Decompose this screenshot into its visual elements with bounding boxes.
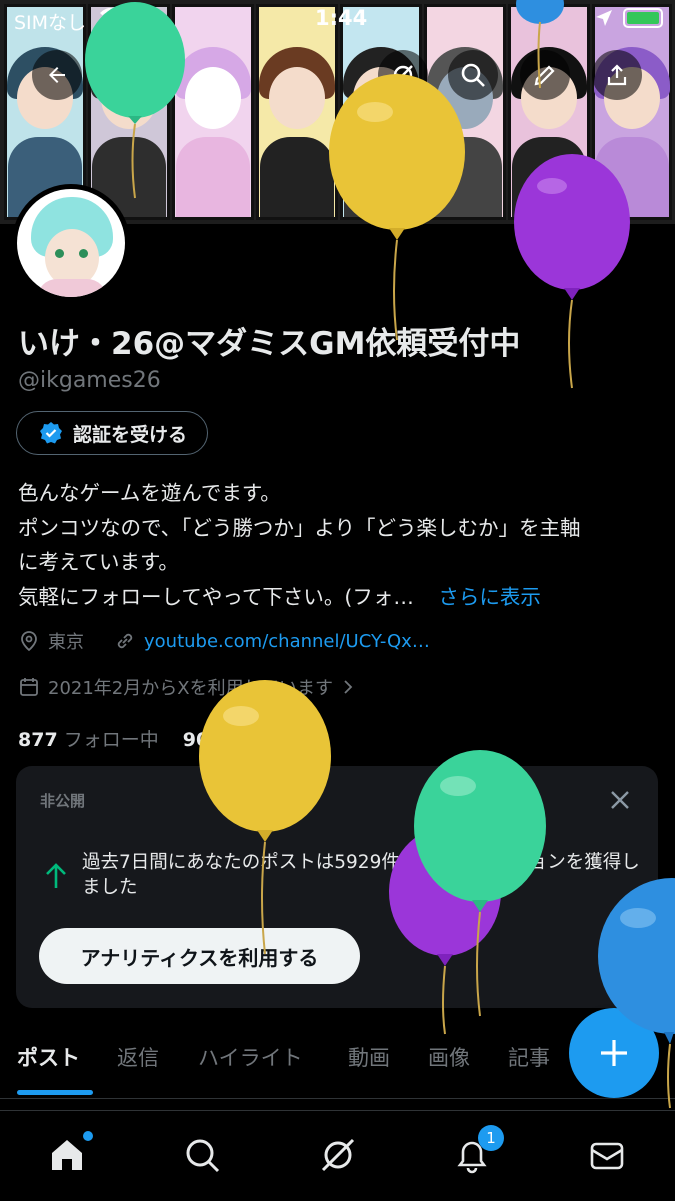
tab-images[interactable]: 画像 xyxy=(428,1042,470,1072)
close-icon xyxy=(611,791,629,809)
followers-count: 906 xyxy=(182,729,223,751)
notification-badge: 1 xyxy=(478,1125,504,1151)
profile-meta-row: 東京 youtube.com/channel/UCY-Qx… xyxy=(18,628,430,654)
nav-notifications[interactable]: 1 xyxy=(450,1125,504,1177)
compose-post-button[interactable] xyxy=(569,1008,659,1098)
bottom-navigation: 1 xyxy=(0,1110,675,1201)
tab-articles[interactable]: 記事 xyxy=(508,1042,550,1072)
bio-line-2: ポンコツなので、「どう勝つか」より「どう楽しむか」を主軸 xyxy=(18,515,581,540)
nav-messages[interactable] xyxy=(585,1133,629,1177)
tab-videos[interactable]: 動画 xyxy=(348,1042,390,1072)
share-icon xyxy=(607,64,627,86)
messages-icon xyxy=(590,1142,624,1170)
tabs-divider xyxy=(0,1098,675,1099)
profile-bio: 色んなゲームを遊んでます。 ポンコツなので、「どう勝つか」より「どう楽しむか」を… xyxy=(18,476,658,614)
tab-replies[interactable]: 返信 xyxy=(117,1042,159,1072)
edit-button[interactable] xyxy=(520,50,570,100)
plus-icon xyxy=(601,1040,627,1066)
see-more-link[interactable]: さらに表示 xyxy=(438,585,541,609)
followers-label: フォロワー xyxy=(228,729,324,751)
wifi-icon xyxy=(100,7,126,33)
location-arrow-icon xyxy=(596,10,612,26)
battery-icon xyxy=(623,8,663,28)
status-bar: SIMなし 1:44 xyxy=(0,0,675,40)
following-count: 877 xyxy=(18,729,58,751)
bio-line-1: 色んなゲームを遊んでます。 xyxy=(18,481,281,505)
bio-line-3: に考えています。 xyxy=(18,550,179,574)
search-icon xyxy=(186,1139,220,1173)
bio-line-4: 気軽にフォローしてやって下さい。(フォ… xyxy=(18,584,414,609)
link-icon xyxy=(117,633,133,649)
avatar[interactable] xyxy=(12,184,130,302)
home-icon xyxy=(52,1140,82,1170)
grok-button[interactable] xyxy=(378,50,428,100)
avatar-image xyxy=(17,189,125,297)
join-date-row[interactable]: 2021年2月からXを利用しています xyxy=(18,674,355,700)
get-verified-button[interactable]: 認証を受ける xyxy=(16,411,209,455)
follow-stats: 877 フォロー中 906 フォロワー xyxy=(18,725,324,752)
calendar-icon xyxy=(20,678,38,696)
nav-home[interactable] xyxy=(45,1131,93,1177)
use-analytics-button[interactable]: アナリティクスを利用する xyxy=(39,928,360,984)
tab-posts[interactable]: ポスト xyxy=(17,1042,80,1072)
share-button[interactable] xyxy=(592,50,642,100)
user-handle: @ikgames26 xyxy=(18,368,161,393)
edit-icon xyxy=(534,65,555,86)
impressions-message: 過去7日間にあなたのポストは5929件のインプレッションを獲得しました xyxy=(82,852,640,898)
back-button[interactable] xyxy=(32,50,82,100)
search-icon xyxy=(461,63,485,87)
arrow-up-icon xyxy=(44,862,68,894)
private-label: 非公開 xyxy=(40,792,86,810)
grok-icon xyxy=(321,1138,355,1172)
followers-link[interactable]: 906 フォロワー xyxy=(183,729,324,751)
nav-grok[interactable] xyxy=(316,1133,360,1177)
grok-icon xyxy=(393,65,413,85)
nav-search[interactable] xyxy=(180,1133,224,1177)
clock: 1:44 xyxy=(315,6,368,30)
get-verified-label: 認証を受ける xyxy=(73,423,188,446)
following-label: フォロー中 xyxy=(63,729,159,751)
tab-highlights[interactable]: ハイライト xyxy=(198,1042,303,1072)
website-link[interactable]: youtube.com/channel/UCY-Qx… xyxy=(144,631,430,652)
close-card-button[interactable] xyxy=(606,786,634,814)
verified-badge-icon xyxy=(40,422,62,444)
search-button[interactable] xyxy=(448,50,498,100)
carrier-label: SIMなし xyxy=(14,12,87,34)
active-tab-indicator xyxy=(17,1090,93,1095)
display-name: いけ・26@マダミスGM依頼受付中 xyxy=(18,326,521,362)
location-text: 東京 xyxy=(48,632,84,653)
analytics-card: 非公開 過去7日間にあなたのポストは5929件のインプレッションを獲得しました … xyxy=(16,766,658,1008)
chevron-right-icon xyxy=(344,680,353,694)
back-arrow-icon xyxy=(49,67,65,83)
join-date-text: 2021年2月からXを利用しています xyxy=(48,678,334,699)
following-link[interactable]: 877 フォロー中 xyxy=(18,729,159,751)
location-icon xyxy=(21,631,37,652)
home-unread-dot xyxy=(83,1131,93,1141)
